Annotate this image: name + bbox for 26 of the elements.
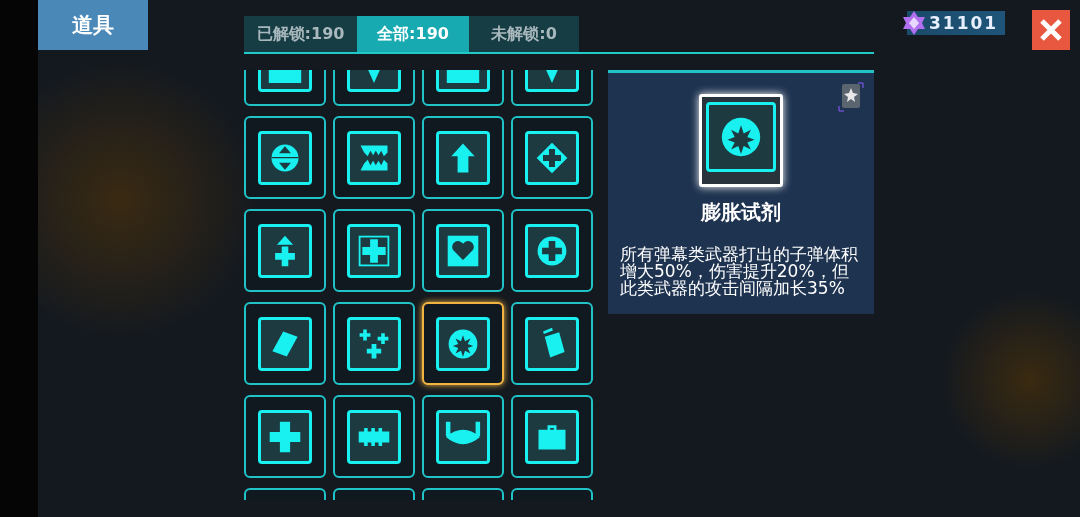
item-slot[interactable] — [333, 395, 415, 478]
item-slot[interactable] — [333, 209, 415, 292]
item-slot[interactable] — [244, 395, 326, 478]
close-icon — [1039, 18, 1063, 42]
item-slot[interactable] — [511, 116, 593, 199]
item-name: 膨胀试剂 — [701, 199, 781, 226]
item-slot[interactable] — [511, 209, 593, 292]
gem-icon — [901, 10, 927, 36]
star-badge-icon — [838, 82, 864, 112]
item-slot[interactable] — [511, 302, 593, 385]
item-slot[interactable] — [422, 116, 504, 199]
item-slot[interactable] — [511, 395, 593, 478]
item-slot[interactable] — [244, 116, 326, 199]
filter-tab[interactable]: 已解锁:190 — [244, 16, 357, 52]
currency-amount: 31101 — [929, 13, 999, 33]
close-button[interactable] — [1032, 10, 1070, 50]
filter-tab[interactable]: 未解锁:0 — [469, 16, 579, 52]
item-slot[interactable] — [244, 209, 326, 292]
item-slot[interactable] — [333, 116, 415, 199]
item-slot[interactable] — [422, 395, 504, 478]
item-slot[interactable] — [244, 302, 326, 385]
item-slot[interactable] — [333, 302, 415, 385]
item-description: 所有弹幕类武器打出的子弹体积增大50%，伤害提升20%，但此类武器的攻击间隔加长35% — [619, 246, 859, 297]
panel-title: 道具 — [38, 0, 148, 50]
item-slot[interactable] — [422, 209, 504, 292]
item-slot[interactable] — [422, 302, 504, 385]
